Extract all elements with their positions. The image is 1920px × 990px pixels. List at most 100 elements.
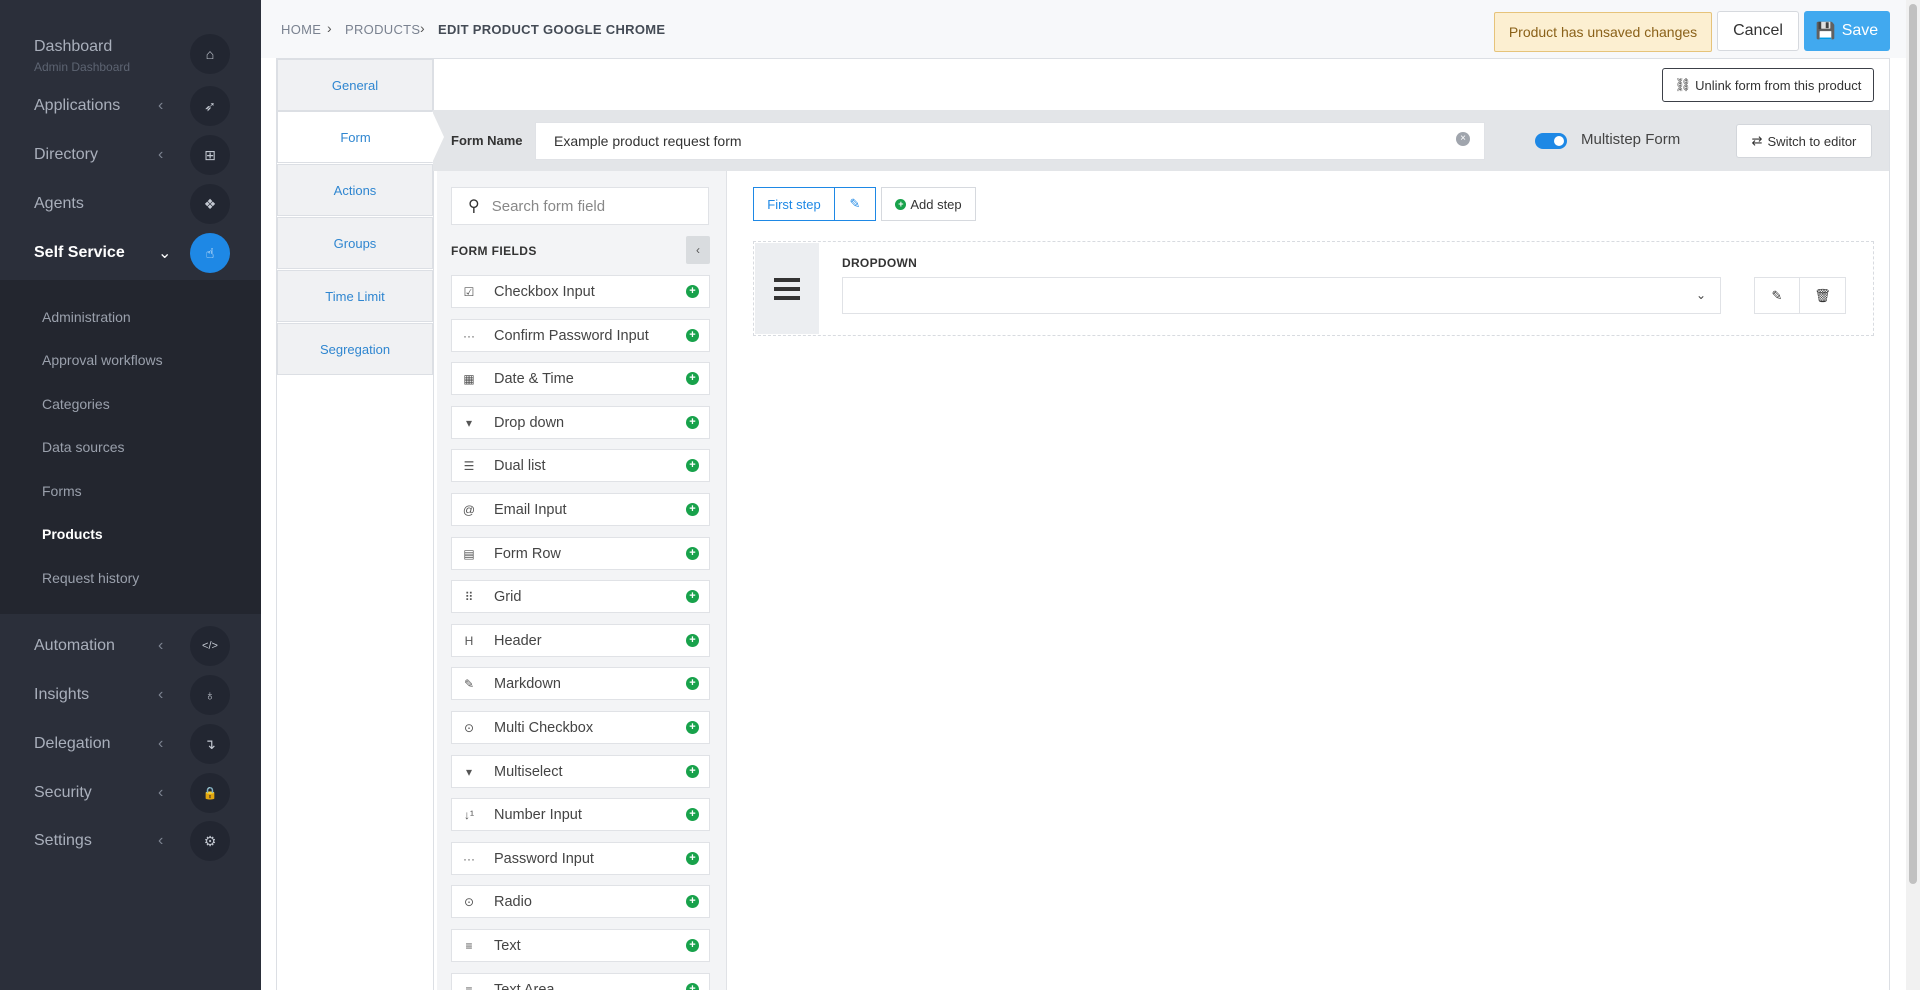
caret-square-icon: ▾: [465, 415, 473, 430]
form-field-name: Email Input: [494, 501, 567, 518]
collapse-panel-button[interactable]: ‹: [686, 236, 710, 264]
form-field-name: Text: [494, 937, 521, 954]
add-field-icon[interactable]: +: [686, 590, 699, 603]
delete-field-button[interactable]: 🗑: [1799, 277, 1846, 314]
chevron-left-icon: ‹: [158, 97, 164, 114]
submenu-item-request-history[interactable]: Request history: [42, 570, 139, 586]
sidebar-item-label: Dashboard: [34, 38, 113, 55]
cubes-icon: ❖: [190, 184, 230, 224]
tab-time-limit[interactable]: Time Limit: [277, 270, 433, 322]
form-field-name: Form Row: [494, 545, 561, 562]
form-field-item[interactable]: @ Email Input +: [451, 493, 710, 526]
sidebar-item-agents[interactable]: Agents ❖: [0, 180, 261, 228]
add-field-icon[interactable]: +: [686, 372, 699, 385]
add-field-icon[interactable]: +: [686, 765, 699, 778]
add-field-icon[interactable]: +: [686, 983, 699, 990]
form-field-name: Multi Checkbox: [494, 719, 594, 736]
multistep-form-label: Multistep Form: [1581, 131, 1681, 148]
form-field-item[interactable]: ··· Password Input +: [451, 842, 710, 875]
sidebar-item-dashboard[interactable]: Dashboard Admin Dashboard ⌂: [0, 30, 261, 78]
tab-groups[interactable]: Groups: [277, 217, 433, 269]
add-field-icon[interactable]: +: [686, 634, 699, 647]
form-field-item[interactable]: ≡ Text +: [451, 929, 710, 962]
sidebar-item-insights[interactable]: Insights ‹ ♁: [0, 671, 261, 719]
dropdown-select[interactable]: ⌄: [842, 277, 1721, 314]
tab-general[interactable]: General: [277, 59, 433, 111]
drag-handle[interactable]: [755, 243, 819, 334]
sidebar-item-applications[interactable]: Applications ‹ ➶: [0, 82, 261, 130]
form-field-item[interactable]: ≡ Text Area +: [451, 973, 710, 990]
clear-input-icon[interactable]: ×: [1456, 132, 1470, 146]
align-left-icon: ≡: [465, 938, 473, 953]
add-field-icon[interactable]: +: [686, 852, 699, 865]
add-field-icon[interactable]: +: [686, 416, 699, 429]
page-scrollbar-thumb[interactable]: [1909, 4, 1917, 884]
tab-form[interactable]: Form: [277, 111, 433, 163]
form-field-item[interactable]: ··· Confirm Password Input +: [451, 319, 710, 352]
add-field-icon[interactable]: +: [686, 721, 699, 734]
home-icon: ⌂: [190, 34, 230, 74]
sidebar-item-label: Delegation: [34, 735, 111, 752]
submenu-item-approval-workflows[interactable]: Approval workflows: [42, 352, 163, 368]
tab-actions[interactable]: Actions: [277, 164, 433, 216]
submenu-item-products[interactable]: Products: [42, 526, 103, 542]
add-step-button[interactable]: + Add step: [881, 187, 976, 221]
form-field-item[interactable]: ▦ Date & Time +: [451, 362, 710, 395]
add-field-icon[interactable]: +: [686, 285, 699, 298]
submenu-item-forms[interactable]: Forms: [42, 483, 82, 499]
form-field-item[interactable]: ⠿ Grid +: [451, 580, 710, 613]
add-field-icon[interactable]: +: [686, 329, 699, 342]
add-field-icon[interactable]: +: [686, 503, 699, 516]
add-step-label: Add step: [910, 196, 962, 212]
at-icon: @: [462, 502, 476, 517]
form-field-item[interactable]: ▤ Form Row +: [451, 537, 710, 570]
form-field-item[interactable]: ⊙ Radio +: [451, 885, 710, 918]
form-name-input[interactable]: Example product request form: [535, 122, 1485, 160]
breadcrumb-current: EDIT PRODUCT GOOGLE CHROME: [438, 22, 666, 37]
first-step-button[interactable]: First step: [753, 187, 835, 221]
ellipsis-icon: ···: [463, 328, 475, 343]
breadcrumb-home[interactable]: HOME: [281, 22, 321, 37]
sidebar-item-automation[interactable]: Automation ‹ </>: [0, 622, 261, 670]
add-field-icon[interactable]: +: [686, 677, 699, 690]
add-field-icon[interactable]: +: [686, 459, 699, 472]
save-button-label: Save: [1841, 22, 1879, 39]
form-field-item[interactable]: ⊙ Multi Checkbox +: [451, 711, 710, 744]
save-button[interactable]: 💾 Save: [1804, 11, 1890, 51]
add-field-icon[interactable]: +: [686, 939, 699, 952]
add-field-icon[interactable]: +: [686, 547, 699, 560]
form-field-item[interactable]: ▾ Multiselect +: [451, 755, 710, 788]
form-field-name: Checkbox Input: [494, 283, 595, 300]
submenu-item-data-sources[interactable]: Data sources: [42, 439, 124, 455]
form-field-item[interactable]: ↓¹ Number Input +: [451, 798, 710, 831]
cancel-button[interactable]: Cancel: [1717, 11, 1799, 51]
form-field-name: Grid: [494, 588, 522, 605]
form-field-name: Drop down: [494, 414, 565, 431]
switch-to-editor-button[interactable]: ⇄ Switch to editor: [1736, 124, 1872, 158]
chevron-left-icon: ‹: [158, 637, 164, 654]
submenu-item-categories[interactable]: Categories: [42, 396, 110, 412]
form-field-item[interactable]: ✎ Markdown +: [451, 667, 710, 700]
submenu-item-administration[interactable]: Administration: [42, 309, 131, 325]
unlink-form-button[interactable]: ⛓ Unlink form from this product: [1662, 68, 1874, 102]
tab-segregation[interactable]: Segregation: [277, 323, 433, 375]
multistep-toggle[interactable]: [1535, 133, 1567, 149]
sidebar-item-settings[interactable]: Settings ‹ ⚙: [0, 817, 261, 865]
form-field-item[interactable]: ☰ Dual list +: [451, 449, 710, 482]
add-field-icon[interactable]: +: [686, 808, 699, 821]
add-field-icon[interactable]: +: [686, 895, 699, 908]
form-field-item[interactable]: ☑ Checkbox Input +: [451, 275, 710, 308]
form-field-item[interactable]: H Header +: [451, 624, 710, 657]
sidebar-item-self-service[interactable]: Self Service ⌄ ☝: [0, 229, 261, 277]
search-form-field-input[interactable]: ⚲ Search form field: [451, 187, 709, 225]
sidebar-item-directory[interactable]: Directory ‹ ⊞: [0, 131, 261, 179]
chevron-down-icon: ⌄: [158, 245, 172, 262]
edit-step-button[interactable]: ✎: [834, 187, 876, 221]
hand-pointer-icon: ☝: [190, 233, 230, 273]
sidebar-item-delegation[interactable]: Delegation ‹ ↴: [0, 720, 261, 768]
sidebar-item-security[interactable]: Security ‹ 🔒: [0, 769, 261, 817]
breadcrumb-products[interactable]: PRODUCTS: [345, 22, 420, 37]
dot-circle-icon: ⊙: [463, 894, 475, 909]
form-field-item[interactable]: ▾ Drop down +: [451, 406, 710, 439]
edit-field-button[interactable]: ✎: [1754, 277, 1800, 314]
